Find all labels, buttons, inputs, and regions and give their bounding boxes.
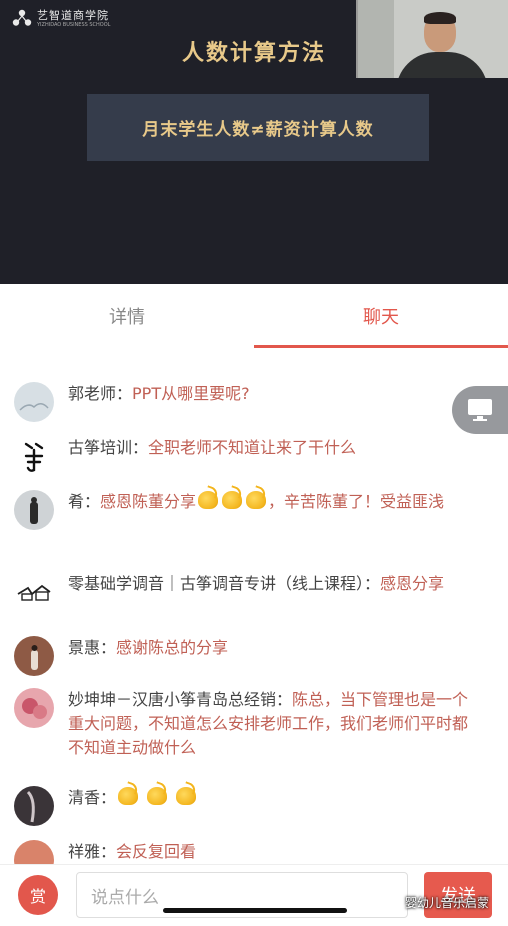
message-text: 感恩陈董分享 bbox=[100, 492, 197, 511]
clap-emoji-icon bbox=[222, 491, 243, 509]
clap-emoji-icon bbox=[118, 787, 139, 805]
presenter-hair bbox=[424, 12, 456, 24]
watermark-text: 婴幼儿音乐启蒙 bbox=[405, 896, 490, 910]
tab-chat[interactable]: 聊天 bbox=[254, 284, 508, 348]
sender-name: 清香： bbox=[68, 788, 117, 807]
tab-details[interactable]: 详情 bbox=[0, 284, 254, 348]
comment-placeholder: 说点什么 bbox=[91, 887, 159, 908]
chat-message: 清香： bbox=[14, 786, 494, 826]
clap-emoji-icon bbox=[246, 491, 267, 509]
message-text: PPT从哪里要呢? bbox=[132, 384, 250, 403]
clap-emoji-icon bbox=[147, 787, 168, 805]
message-text: 感谢陈总的分享 bbox=[116, 638, 229, 657]
home-indicator[interactable] bbox=[163, 908, 347, 913]
chat-message: 零基础学调音｜古筝调音专讲（线上课程）：感恩分享 bbox=[14, 572, 494, 612]
tab-bar: 详情 聊天 bbox=[0, 284, 508, 348]
sender-name: 肴： bbox=[68, 492, 101, 511]
presenter-body bbox=[396, 52, 488, 78]
chat-message: 肴：感恩陈董分享 ，辛苦陈董了！受益匪浅 bbox=[14, 490, 494, 530]
logo-subname: YIZHIDAO BUSINESS SCHOOL bbox=[37, 22, 111, 28]
logo-name: 艺智道商学院 bbox=[37, 9, 109, 22]
chat-message: 古筝培训：全职老师不知道让来了干什么 bbox=[14, 436, 494, 476]
monitor-icon bbox=[468, 399, 492, 421]
message-text: 全职老师不知道让来了干什么 bbox=[148, 438, 357, 457]
message-text: 会反复回看 bbox=[116, 842, 197, 861]
slide-text: 月末学生人数≠薪资计算人数 bbox=[142, 120, 374, 140]
presenter-camera bbox=[356, 0, 508, 78]
landscape-avatar bbox=[14, 382, 54, 422]
wechat-icon bbox=[386, 896, 402, 909]
chat-message: 景惠：感谢陈总的分享 bbox=[14, 636, 494, 676]
watermark: 婴幼儿音乐启蒙 bbox=[386, 894, 489, 911]
slide-text-box: 月末学生人数≠薪资计算人数 bbox=[87, 94, 429, 161]
sender-name: 祥雅： bbox=[68, 842, 117, 861]
sender-name: 古筝培训： bbox=[68, 438, 149, 457]
message-text-after: ，辛苦陈董了！受益匪浅 bbox=[268, 492, 445, 511]
warm-avatar bbox=[14, 840, 54, 864]
chat-message: 妙坤坤－汉唐小筝青岛总经销：陈总，当下管理也是一个重大问题，不知道怎么安排老师工… bbox=[14, 688, 494, 760]
sender-name: 零基础学调音｜古筝调音专讲（线上课程）： bbox=[68, 574, 381, 593]
clap-emoji-icon bbox=[176, 787, 197, 805]
sender-name: 景惠： bbox=[68, 638, 117, 657]
reward-button[interactable]: 赏 bbox=[18, 875, 58, 915]
message-text: 感恩分享 bbox=[380, 574, 445, 593]
pink-avatar bbox=[14, 688, 54, 728]
dark-avatar bbox=[14, 786, 54, 826]
screen-toggle-button[interactable] bbox=[452, 386, 508, 434]
chat-message: 郭老师：PPT从哪里要呢? bbox=[14, 382, 494, 422]
sketch-avatar bbox=[14, 572, 54, 612]
sender-name: 郭老师： bbox=[68, 384, 133, 403]
sender-name: 妙坤坤－汉唐小筝青岛总经销： bbox=[68, 690, 293, 709]
person-avatar bbox=[14, 490, 54, 530]
calligraphy-avatar bbox=[14, 436, 54, 476]
logo-mark-icon bbox=[12, 9, 32, 26]
school-logo: 艺智道商学院 YIZHIDAO BUSINESS SCHOOL bbox=[12, 9, 110, 29]
clap-emoji-icon bbox=[198, 491, 219, 509]
camera-background bbox=[358, 0, 394, 78]
chat-list[interactable]: 郭老师：PPT从哪里要呢? 古筝培训：全职老师不知道让来了干什么 肴：感恩陈董分… bbox=[0, 348, 508, 864]
chat-message: 祥雅：会反复回看 bbox=[14, 840, 494, 864]
video-player[interactable]: 艺智道商学院 YIZHIDAO BUSINESS SCHOOL 人数计算方法 月… bbox=[0, 0, 508, 284]
brick-avatar bbox=[14, 636, 54, 676]
